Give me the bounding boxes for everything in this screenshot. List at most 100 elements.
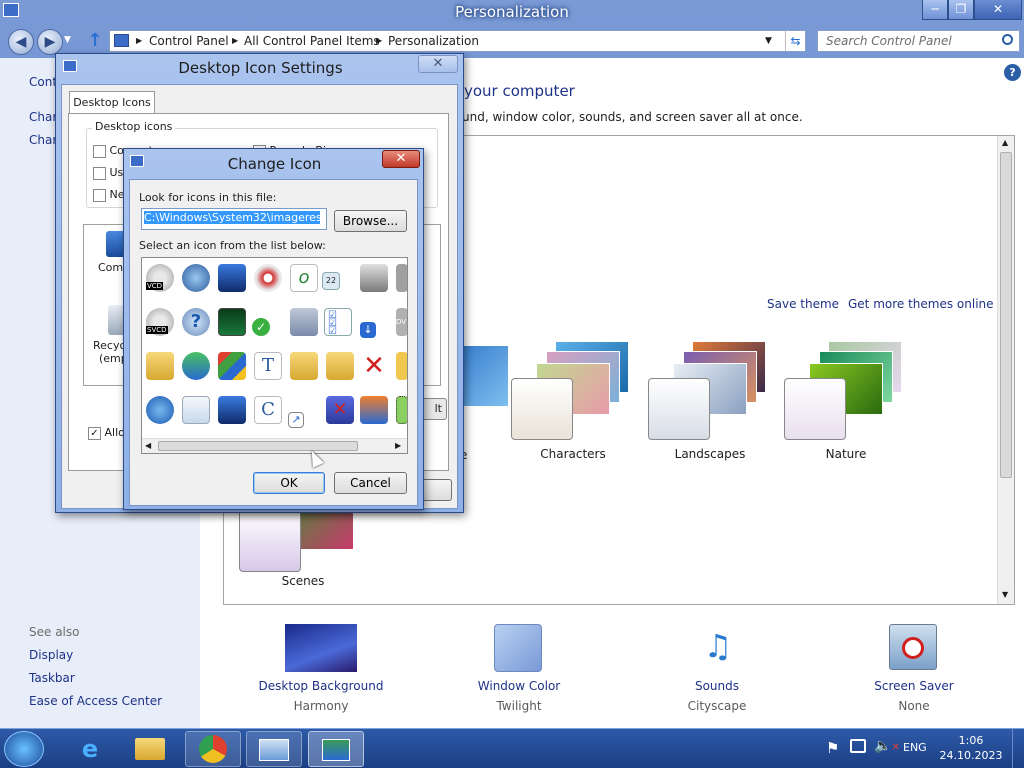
sounds-link[interactable]: Sounds bbox=[652, 679, 782, 693]
help-icon[interactable]: ? bbox=[1004, 64, 1021, 81]
red-disc-icon[interactable] bbox=[254, 264, 282, 292]
see-also-taskbar[interactable]: Taskbar bbox=[29, 671, 75, 685]
window-color-link[interactable]: Window Color bbox=[454, 679, 584, 693]
tab-desktop-icons[interactable]: Desktop Icons bbox=[69, 91, 155, 114]
network-share-icon[interactable] bbox=[360, 396, 388, 424]
green-screen-icon[interactable] bbox=[218, 308, 246, 336]
left-link-control-panel-home[interactable]: Cont bbox=[29, 75, 57, 89]
personalization-button[interactable] bbox=[308, 731, 364, 767]
volume-muted-icon[interactable]: 🔈✕ bbox=[874, 738, 900, 754]
theme-landscapes[interactable]: Landscapes bbox=[647, 341, 772, 461]
checklist-icon[interactable]: ☑ ☑ ☑ bbox=[324, 308, 352, 337]
internet-explorer-button[interactable]: e bbox=[62, 731, 118, 767]
shortcut-arrow-icon[interactable]: ↗ bbox=[288, 412, 304, 428]
folder-check-icon[interactable] bbox=[326, 352, 354, 380]
refresh-icon[interactable]: ⇆ bbox=[785, 31, 805, 51]
title-bar[interactable]: Personalization ─ ❐ ✕ bbox=[0, 0, 1024, 26]
theme-characters[interactable]: Characters bbox=[510, 341, 635, 461]
partial-button[interactable]: lt bbox=[421, 398, 447, 420]
blank-documents-icon[interactable] bbox=[182, 396, 210, 424]
breadcrumb-all-items[interactable]: All Control Panel Items bbox=[244, 31, 380, 51]
action-center-flag-icon[interactable]: ⚑ bbox=[826, 739, 839, 757]
icon-label-recycle: Recyc bbox=[93, 339, 126, 352]
restore-button[interactable]: ❐ bbox=[948, 0, 974, 20]
breadcrumb-control-panel[interactable]: Control Panel bbox=[149, 31, 229, 51]
clock-date[interactable]: 24.10.2023 bbox=[936, 749, 1006, 762]
see-also-display[interactable]: Display bbox=[29, 648, 73, 662]
folder-partial-icon[interactable] bbox=[396, 352, 407, 380]
language-indicator[interactable]: ENG bbox=[903, 741, 927, 754]
icon-file-path-input[interactable]: C:\Windows\System32\imageres.dll bbox=[141, 208, 327, 230]
opera-document-icon[interactable]: o bbox=[290, 264, 318, 292]
back-button[interactable]: ◀ bbox=[8, 29, 34, 55]
close-button[interactable]: ✕ bbox=[974, 0, 1022, 20]
address-bar[interactable]: ▶ Control Panel ▶ All Control Panel Item… bbox=[109, 30, 806, 52]
network-icon[interactable] bbox=[850, 739, 866, 753]
font-c-document-icon[interactable]: C bbox=[254, 396, 282, 424]
dialog-close-button[interactable]: ✕ bbox=[382, 150, 420, 168]
globe-clock-icon[interactable] bbox=[146, 396, 174, 424]
scroll-down-icon[interactable]: ▼ bbox=[1002, 590, 1008, 599]
scroll-left-icon[interactable]: ◀ bbox=[145, 441, 151, 450]
recent-pages-chevron-icon[interactable]: ▼ bbox=[64, 35, 71, 45]
dialog-close-button[interactable]: ✕ bbox=[418, 55, 458, 73]
scrollbar-thumb[interactable] bbox=[1000, 152, 1012, 478]
library-icon[interactable] bbox=[290, 308, 318, 336]
desktop-background-link[interactable]: Desktop Background bbox=[256, 679, 386, 693]
save-theme-link[interactable]: Save theme bbox=[767, 297, 839, 311]
checkbox-box[interactable] bbox=[93, 144, 106, 158]
help-disc-icon[interactable]: ? bbox=[182, 308, 210, 336]
clock-time[interactable]: 1:06 bbox=[940, 734, 1002, 747]
theme-scenes[interactable]: Scenes bbox=[238, 500, 363, 590]
address-dropdown-icon[interactable]: ▼ bbox=[765, 31, 772, 51]
red-x-icon[interactable]: ✕ bbox=[360, 352, 388, 380]
cancel-button[interactable]: Cancel bbox=[334, 472, 407, 494]
webcam-icon[interactable] bbox=[360, 264, 388, 292]
start-button[interactable] bbox=[4, 731, 44, 767]
folder-icon[interactable] bbox=[290, 352, 318, 380]
forward-button[interactable]: ▶ bbox=[37, 29, 63, 55]
left-link-change-2[interactable]: Char bbox=[29, 133, 57, 147]
number-badge-icon[interactable]: 22 bbox=[322, 272, 340, 290]
ok-button[interactable]: OK bbox=[253, 472, 325, 494]
breadcrumb-personalization[interactable]: Personalization bbox=[388, 31, 479, 51]
dv-disc-icon[interactable]: DV bbox=[396, 308, 407, 336]
svcd-disc-icon[interactable]: SVCD bbox=[146, 308, 174, 336]
checkbox-box[interactable]: ✓ bbox=[88, 426, 101, 440]
green-check-icon[interactable]: ✓ bbox=[252, 318, 270, 336]
folder-user-icon[interactable] bbox=[146, 352, 174, 380]
get-more-themes-link[interactable]: Get more themes online bbox=[848, 297, 994, 311]
download-arrow-icon[interactable]: ↓ bbox=[360, 322, 376, 338]
search-icon[interactable] bbox=[1002, 34, 1013, 45]
show-desktop-button[interactable] bbox=[1012, 729, 1024, 768]
selected-partial-icon[interactable] bbox=[396, 396, 407, 424]
delete-drive-icon[interactable]: ✕ bbox=[326, 396, 354, 424]
screen-saver-link[interactable]: Screen Saver bbox=[849, 679, 979, 693]
checkbox-box[interactable] bbox=[93, 166, 106, 180]
theme-list-scrollbar[interactable]: ▲ ▼ bbox=[997, 136, 1014, 604]
apply-button-partial[interactable] bbox=[422, 479, 452, 501]
network-monitor-icon[interactable] bbox=[218, 396, 246, 424]
search-input[interactable]: Search Control Panel bbox=[817, 30, 1020, 52]
magnifier-monitor-icon[interactable] bbox=[182, 264, 210, 292]
monitor-icon[interactable] bbox=[218, 264, 246, 292]
see-also-ease-of-access[interactable]: Ease of Access Center bbox=[29, 694, 162, 708]
browse-button[interactable]: Browse... bbox=[334, 210, 407, 232]
file-explorer-button[interactable] bbox=[122, 731, 178, 767]
scroll-right-icon[interactable]: ▶ bbox=[395, 441, 401, 450]
minimize-button[interactable]: ─ bbox=[922, 0, 948, 20]
dv-tape-icon[interactable] bbox=[396, 264, 407, 292]
control-panel-button[interactable] bbox=[246, 731, 302, 767]
up-button[interactable]: ↑ bbox=[85, 30, 105, 52]
vcd-disc-icon[interactable]: VCD bbox=[146, 264, 174, 292]
font-document-icon[interactable]: T bbox=[254, 352, 282, 380]
chrome-button[interactable] bbox=[185, 731, 241, 767]
scroll-up-icon[interactable]: ▲ bbox=[1002, 138, 1008, 147]
scrollbar-thumb[interactable] bbox=[158, 441, 358, 451]
theme-nature[interactable]: Nature bbox=[783, 341, 908, 461]
shield-monitor-icon[interactable] bbox=[218, 352, 246, 380]
checkbox-box[interactable] bbox=[93, 188, 106, 202]
left-link-change-1[interactable]: Char bbox=[29, 110, 57, 124]
icon-grid-scrollbar[interactable]: ◀ ▶ bbox=[142, 438, 407, 453]
sync-monitor-icon[interactable] bbox=[182, 352, 210, 380]
